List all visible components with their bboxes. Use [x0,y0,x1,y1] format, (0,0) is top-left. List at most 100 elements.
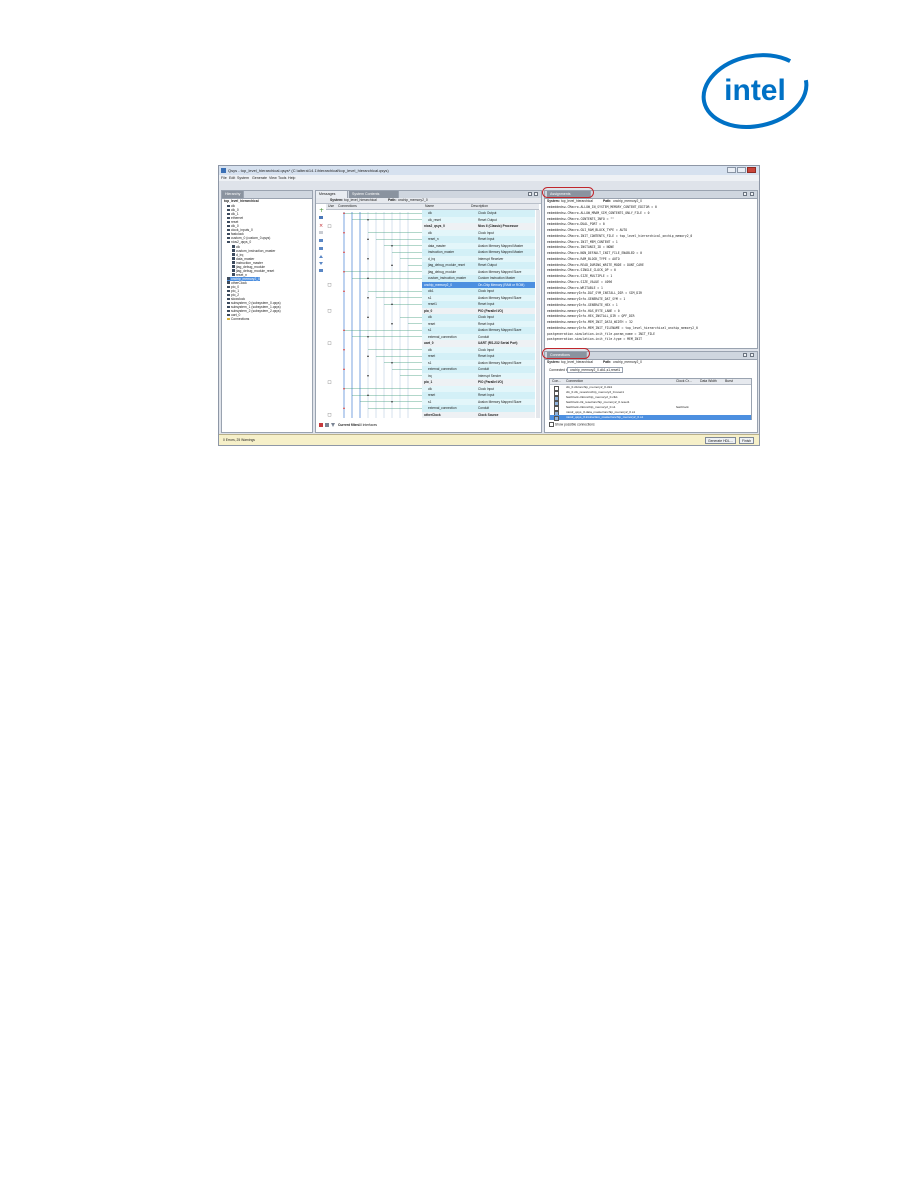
assignments-list: embeddedsw.CMacro.ALLOW_IN_SYSTEM_MEMORY… [547,205,755,347]
minimize-button[interactable] [727,167,736,173]
menu-tools[interactable]: Tools [278,176,286,180]
connection-dot [391,264,393,267]
assignment-line: embeddedsw.CMacro.GUI_RAM_BLOCK_TYPE = A… [547,228,628,232]
connection-checkbox[interactable] [554,416,559,421]
component-icon [227,293,230,297]
component-icon [227,301,230,305]
module-row[interactable]: otherClock Clock Source [422,411,535,418]
assign-path-value: onchip_memory2_0 [613,199,642,203]
hierarchy-panel: Hierarchy top_level_hierarchical clk clk_… [221,190,313,433]
panel-maximize-button[interactable] [534,192,538,196]
close-button[interactable] [747,167,756,173]
tab-system-contents[interactable]: System Contents [349,191,399,198]
assignment-line: embeddedsw.CMacro.ALLOW_MRAM_SIM_CONTENT… [547,210,650,215]
assignment-line: embeddedsw.memoryInfo.MEM_INIT_DATA_WIDT… [547,320,633,324]
tab-messages[interactable]: Messages [316,191,348,198]
show-possible-row[interactable]: Show possible connections [549,422,595,427]
component-icon [232,261,235,264]
assignment-line: postgeneration.simulation.init_file.para… [547,331,656,336]
conn-col-connection: Connection [566,379,584,383]
connections-detach-button[interactable] [743,353,747,357]
maximize-button[interactable] [737,167,746,173]
qsys-screenshot: Qsys - top_level_hierarchical.qsys* (C:\… [218,165,760,446]
component-icon [227,281,230,284]
connections-table: Con... Connection Clock Cr... Data Width… [549,378,752,421]
finish-button[interactable]: Finish [739,437,755,444]
path-label: Path: [388,198,397,202]
hierarchy-root[interactable]: top_level_hierarchical [224,199,259,203]
filter-icon[interactable] [319,423,335,428]
assignment-line: postgeneration.simulation.init_file.type… [547,337,642,342]
component-icon [227,232,230,236]
menu-edit[interactable]: Edit [229,176,235,180]
assignment-line: embeddedsw.CMacro.WRITABLE = 1 [547,285,603,290]
connection-dot [343,212,345,215]
show-possible-label: Show possible connections [554,422,595,427]
assignment-line: embeddedsw.CMacro.INIT_MEM_CONTENT = 1 [547,239,618,244]
col-name: Name [425,204,435,208]
assign-system-name: top_level_hierarchical [561,199,593,203]
conn-col-datawidth: Data Width [700,379,717,383]
connection-dot [343,251,345,254]
assignment-line: embeddedsw.CMacro.RAM_BLOCK_TYPE = AUTO [547,256,620,261]
col-use: Use [328,204,335,208]
component-icon [227,305,230,309]
assignment-line: embeddedsw.CMacro.NON_DEFAULT_INIT_FILE_… [547,251,642,255]
panel-detach-button[interactable] [528,192,532,196]
status-text: 0 Errors, 25 Warnings [223,438,255,442]
conn-path-value: onchip_memory2_0 [613,360,642,364]
component-icon [227,297,230,301]
generate-hdl-button[interactable]: Generate HDL... [705,437,736,444]
connected-to-field[interactable]: onchip_memory2_0.clk1,s1,reset1 [567,367,624,373]
connection-dot [367,238,369,241]
connection-dot [367,316,369,319]
assignments-detach-button[interactable] [743,192,747,196]
assignment-line: embeddedsw.memoryInfo.DAT_SYM_INSTALL_DI… [547,291,642,296]
system-toolbar: + × [319,207,324,272]
component-icon [232,257,235,260]
component-icon [232,269,235,272]
assign-path-label: Path: [603,199,612,203]
use-checkbox [327,224,332,228]
assign-system-label: System: [547,199,560,203]
component-icon [227,313,230,317]
menu-system[interactable]: System [237,176,249,180]
connections-graph[interactable] [326,210,422,418]
conn-col-clock: Clock Cr... [676,379,692,383]
assignment-line: embeddedsw.memoryInfo.HAS_BYTE_LANE = 0 [547,308,620,313]
connection-dot [367,277,369,280]
path-value: onchip_memory2_0 [398,198,428,202]
assignment-line: embeddedsw.CMacro.INIT_CONTENTS_FILE = t… [547,233,693,238]
hierarchy-item-label: Connections [231,317,250,322]
svg-text:×: × [319,223,323,229]
menu-help[interactable]: Help [288,176,295,180]
component-icon [227,240,230,244]
component-icon [227,212,230,216]
assignment-line: embeddedsw.CMacro.CONTENTS_INFO = "" [547,216,615,221]
tab-hierarchy[interactable]: Hierarchy [222,191,245,198]
connection-dot [391,322,393,325]
assignment-line: embeddedsw.CMacro.ALLOW_IN_SYSTEM_MEMORY… [547,205,657,209]
conn-path-label: Path: [603,360,612,364]
hierarchy-item[interactable]: Connections [227,317,249,321]
component-icon [227,208,230,212]
menu-generate[interactable]: Generate [252,176,267,180]
svg-text:+: + [319,207,324,214]
assignment-line: embeddedsw.memoryInfo.GENERATE_HEX = 1 [547,302,618,307]
menu-view[interactable]: View [269,176,277,180]
connection-row[interactable]: nios2_qsys_0.instruction_master/onchip_m… [550,415,751,421]
connection-dot [343,290,345,293]
intel-logo: intel [701,53,809,129]
vertical-scrollbar[interactable] [536,210,540,418]
connections-maximize-button[interactable] [750,353,754,357]
menu-bar: File Edit System Generate View Tools Hel… [219,175,759,181]
conn-col-burst: Burst [725,379,733,383]
component-icon [227,236,230,240]
assignments-maximize-button[interactable] [750,192,754,196]
component-icon [227,289,230,293]
window-title: Qsys - top_level_hierarchical.qsys* (C:\… [228,168,389,173]
show-possible-checkbox[interactable] [549,422,554,427]
connection-dot [367,355,369,358]
menu-file[interactable]: File [221,176,227,180]
assignment-line: embeddedsw.memoryInfo.MEM_INIT_FILENAME … [547,325,698,330]
